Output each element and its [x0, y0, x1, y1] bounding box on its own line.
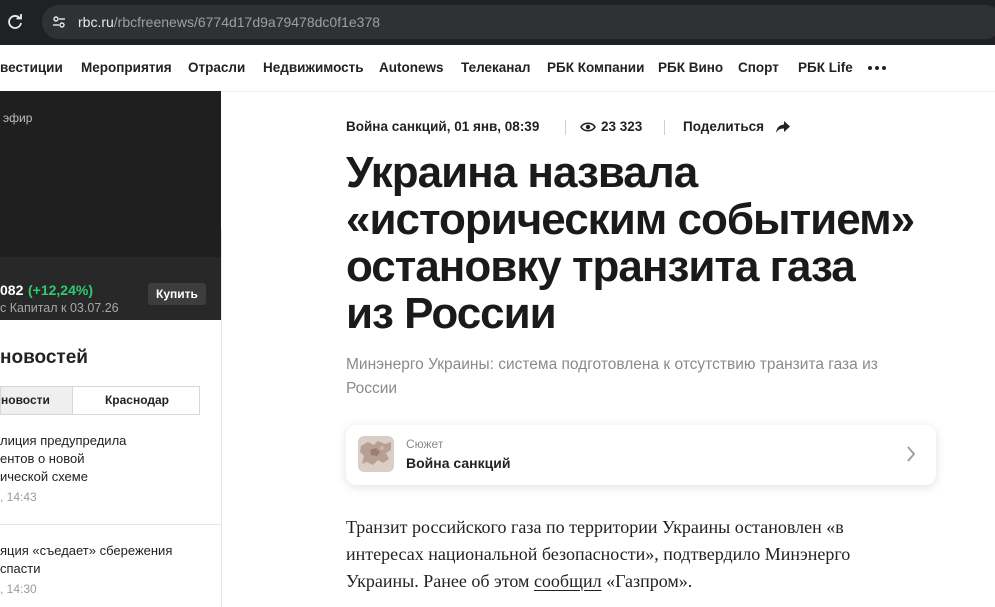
promo-banner[interactable]: 082 (+12,24%) с Капитал к 03.07.26 Купит… [0, 257, 221, 320]
url-domain: rbc.ru [78, 14, 114, 30]
feed-item-line: яция «съедает» сбережения [0, 543, 173, 558]
nav-item-investments[interactable]: вестиции [0, 60, 63, 75]
reload-icon[interactable] [6, 13, 24, 31]
story-label: Сюжет [406, 437, 444, 451]
article-body: Транзит российского газа по территории У… [346, 514, 946, 595]
feed-item-time: , 14:30 [0, 582, 37, 596]
feed-item[interactable]: яция «съедает» сбережения спасти , 14:30 [0, 542, 221, 596]
address-bar[interactable]: rbc.ru/rbcfreenews/6774d17d9a79478dc0f1e… [42, 5, 995, 39]
nav-item-wine[interactable]: РБК Вино [658, 60, 723, 75]
promo-value: 082 [0, 282, 24, 298]
feed-tabs: новости Краснодар [0, 386, 200, 415]
share-button[interactable]: Поделиться [683, 119, 764, 134]
nav-item-tv[interactable]: Телеканал [461, 60, 531, 75]
headline-line: из России [346, 289, 557, 338]
nav-item-sport[interactable]: Спорт [738, 60, 779, 75]
share-arrow-icon[interactable] [775, 120, 791, 134]
chevron-right-icon [907, 446, 916, 462]
body-line: Украины. Ранее об этом сообщил «Газпром»… [346, 568, 946, 595]
feed-title: новостей [0, 347, 88, 368]
feed-item-time: , 14:43 [0, 490, 37, 504]
eye-icon [580, 122, 596, 132]
feed-divider [0, 524, 221, 525]
buy-button[interactable]: Купить [148, 283, 206, 305]
browser-toolbar: rbc.ru/rbcfreenews/6774d17d9a79478dc0f1e… [0, 0, 995, 45]
subtitle-line: Минэнерго Украины: система подготовлена … [346, 356, 878, 373]
nav-item-industries[interactable]: Отрасли [188, 60, 245, 75]
headline-line: остановку транзита газа [346, 242, 856, 291]
headline-line: «историческим событием» [346, 195, 915, 244]
feed-item-line: ентов о новой [0, 451, 85, 466]
meta-divider [664, 120, 665, 135]
feed-item-line: спасти [0, 561, 41, 576]
nav-item-realty[interactable]: Недвижимость [263, 60, 364, 75]
article-headline: Украина назвала «историческим событием» … [346, 149, 986, 337]
column-divider [221, 229, 222, 607]
body-line: интересах национальной безопасности», по… [346, 544, 851, 564]
article-subtitle: Минэнерго Украины: система подготовлена … [346, 353, 936, 401]
body-line: Транзит российского газа по территории У… [346, 517, 844, 537]
url-text[interactable]: rbc.ru/rbcfreenews/6774d17d9a79478dc0f1e… [78, 14, 380, 30]
url-path: /rbcfreenews/6774d17d9a79478dc0f1e378 [113, 14, 381, 30]
body-text: «Газпром». [601, 571, 693, 591]
more-menu-icon[interactable] [868, 66, 886, 70]
views-count: 23 323 [601, 119, 643, 134]
feed-item-line: лиция предупредила [0, 433, 127, 448]
meta-divider [565, 120, 566, 135]
feed-item-line: ической схеме [0, 469, 88, 484]
live-player[interactable]: эфир [0, 91, 221, 257]
source-link[interactable]: сообщил [534, 571, 602, 591]
story-card[interactable]: Сюжет Война санкций [346, 425, 936, 485]
feed-item[interactable]: лиция предупредила ентов о новой ической… [0, 432, 221, 504]
subtitle-line: России [346, 380, 398, 397]
tab-news[interactable]: новости [1, 387, 72, 414]
body-text: Украины. Ранее об этом [346, 571, 534, 591]
nav-item-autonews[interactable]: Autonews [379, 60, 444, 75]
main-nav: вестиции Мероприятия Отрасли Недвижимост… [0, 45, 995, 92]
tab-krasnodar[interactable]: Краснодар [72, 387, 201, 414]
story-title: Война санкций [406, 455, 511, 471]
site-settings-icon[interactable] [51, 14, 67, 30]
article-rubric-date[interactable]: Война санкций, 01 янв, 08:39 [346, 119, 539, 134]
live-label: эфир [3, 111, 33, 125]
sidebar: эфир 082 (+12,24%) с Капитал к 03.07.26 … [0, 91, 221, 607]
story-thumbnail [358, 436, 394, 472]
nav-item-events[interactable]: Мероприятия [81, 60, 172, 75]
nav-item-life[interactable]: РБК Life [798, 60, 853, 75]
nav-item-companies[interactable]: РБК Компании [547, 60, 644, 75]
promo-change: (+12,24%) [28, 282, 93, 298]
promo-subtitle: с Капитал к 03.07.26 [0, 301, 119, 315]
headline-line: Украина назвала [346, 148, 698, 197]
